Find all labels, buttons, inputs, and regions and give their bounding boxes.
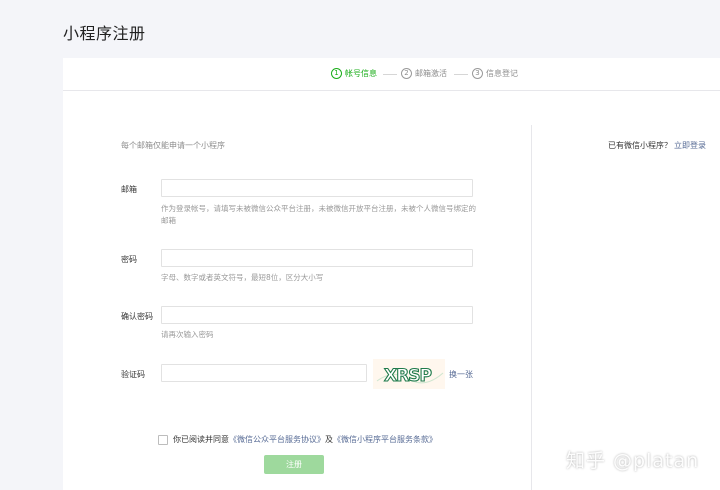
step-info-registration: 3 信息登记 — [472, 68, 518, 79]
step-separator — [454, 74, 468, 75]
captcha-image[interactable]: XRSP — [373, 359, 445, 389]
vertical-divider — [531, 125, 532, 490]
step-label: 帐号信息 — [345, 69, 377, 78]
confirm-password-tip: 请再次输入密码 — [161, 330, 214, 339]
steps-bar: 1 帐号信息 2 邮箱激活 3 信息登记 — [63, 58, 720, 91]
password-tip: 字母、数字或者英文符号，最短8位，区分大小写 — [161, 273, 324, 282]
register-button[interactable]: 注册 — [264, 455, 324, 474]
platform-terms-link[interactable]: 《微信小程序平台服务条款》 — [333, 434, 437, 445]
agreement-row: 你已阅读并同意 《微信公众平台服务协议》 及 《微信小程序平台服务条款》 — [158, 434, 437, 445]
step-number: 2 — [401, 68, 412, 79]
email-tip: 作为登录帐号，请填写未被微信公众平台注册，未被微信开放平台注册，未被个人微信号绑… — [161, 204, 476, 225]
agree-prefix: 你已阅读并同意 — [173, 435, 229, 444]
login-hint: 已有微信小程序？ 立即登录 — [608, 140, 706, 151]
service-agreement-link[interactable]: 《微信公众平台服务协议》 — [229, 434, 325, 445]
form-intro: 每个邮箱仅能申请一个小程序 — [121, 141, 225, 150]
confirm-password-label: 确认密码 — [121, 312, 153, 321]
step-email-activation: 2 邮箱激活 — [401, 68, 447, 79]
captcha-field[interactable] — [161, 364, 367, 382]
step-separator — [383, 74, 397, 75]
password-field[interactable] — [161, 249, 473, 267]
page-title: 小程序注册 — [63, 24, 146, 43]
agree-checkbox[interactable] — [158, 434, 168, 445]
step-label: 信息登记 — [486, 69, 518, 78]
captcha-text: XRSP — [384, 366, 431, 386]
login-hint-text: 已有微信小程序？ — [608, 141, 672, 150]
email-field[interactable] — [161, 179, 473, 197]
login-link[interactable]: 立即登录 — [674, 141, 706, 150]
password-label: 密码 — [121, 255, 137, 264]
email-label: 邮箱 — [121, 185, 137, 194]
registration-card: 1 帐号信息 2 邮箱激活 3 信息登记 已有微信小程序？ 立即登录 每个邮箱仅能… — [63, 58, 720, 490]
refresh-captcha-link[interactable]: 换一张 — [449, 369, 473, 380]
captcha-label: 验证码 — [121, 370, 145, 379]
watermark: 知乎 @platan — [566, 450, 700, 472]
step-number: 3 — [472, 68, 483, 79]
step-account-info: 1 帐号信息 — [331, 68, 377, 79]
step-label: 邮箱激活 — [415, 69, 447, 78]
step-number: 1 — [331, 68, 342, 79]
agree-mid: 及 — [325, 435, 333, 444]
confirm-password-field[interactable] — [161, 306, 473, 324]
